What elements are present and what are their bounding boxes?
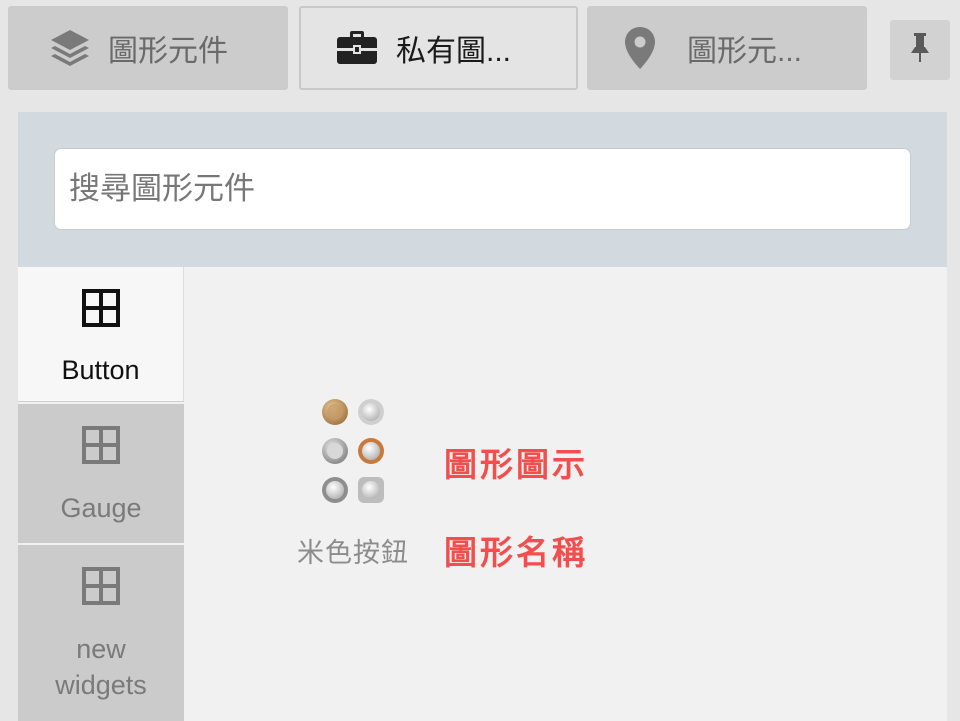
grid-icon bbox=[81, 289, 120, 332]
tab-private-widgets[interactable]: 私有圖... bbox=[299, 6, 578, 90]
annotation-name-label: 圖形名稱 bbox=[444, 534, 588, 571]
widget-item[interactable]: 米色按鈕 bbox=[288, 396, 418, 568]
beige-buttons-icon bbox=[313, 396, 393, 517]
grid-icon bbox=[82, 567, 120, 610]
grid-icon bbox=[82, 426, 120, 469]
tab-widgets-map[interactable]: 圖形元... bbox=[587, 6, 867, 90]
pin-button[interactable] bbox=[890, 20, 950, 80]
map-pin-icon bbox=[617, 26, 663, 70]
briefcase-icon bbox=[332, 30, 382, 66]
category-label: new widgets bbox=[55, 634, 147, 700]
widget-name: 米色按鈕 bbox=[297, 538, 409, 568]
tab-widgets[interactable]: 圖形元件 bbox=[8, 6, 288, 90]
tab-label: 圖形元件 bbox=[108, 35, 228, 68]
category-label: Gauge bbox=[60, 493, 142, 523]
category-gauge[interactable]: Gauge bbox=[18, 404, 184, 543]
search-area bbox=[18, 112, 947, 267]
annotation-icon-label: 圖形圖示 bbox=[444, 446, 588, 483]
category-label: Button bbox=[61, 355, 140, 385]
widget-panel: Button Gauge new widgets bbox=[18, 112, 947, 721]
search-input[interactable] bbox=[54, 148, 911, 230]
category-button[interactable]: Button bbox=[18, 267, 184, 402]
tab-label: 圖形元... bbox=[687, 35, 803, 68]
tab-label: 私有圖... bbox=[396, 35, 512, 68]
layers-icon bbox=[44, 29, 96, 67]
category-new-widgets[interactable]: new widgets bbox=[18, 545, 184, 721]
pin-icon bbox=[910, 32, 930, 68]
